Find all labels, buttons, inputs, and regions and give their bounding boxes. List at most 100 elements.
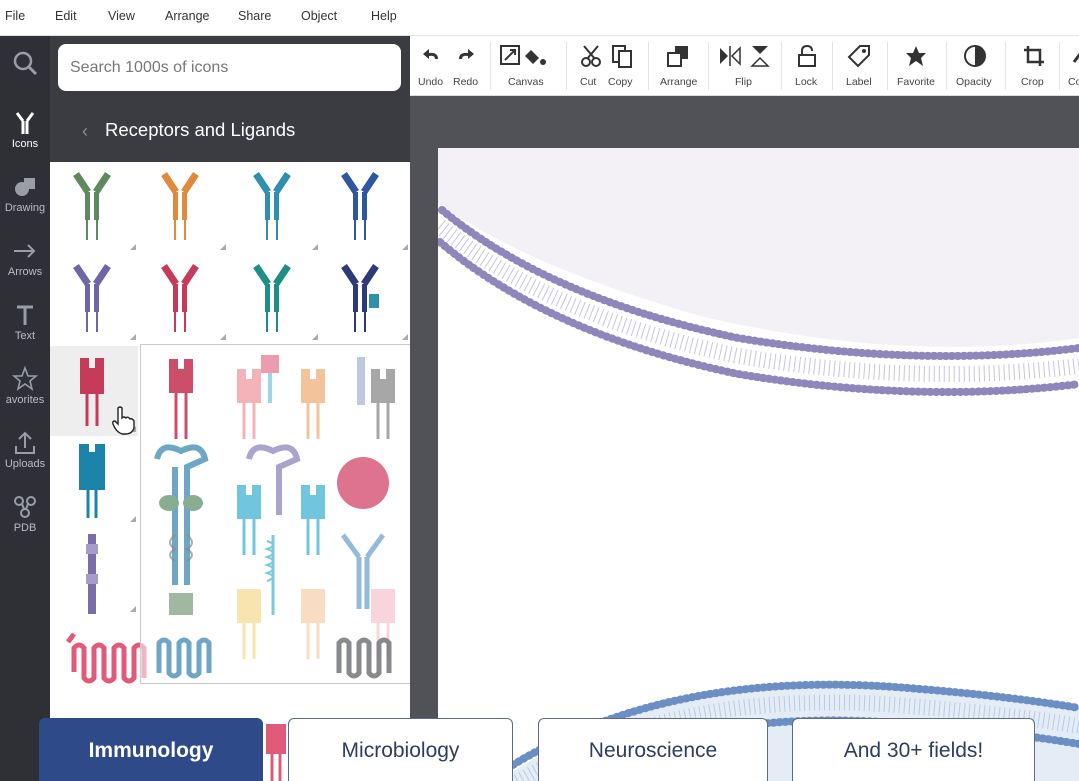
receptor-icon[interactable] (169, 359, 193, 439)
cut-label: Cut (580, 76, 597, 88)
field-tab-microbiology[interactable]: Microbiology (288, 718, 513, 781)
menu-share[interactable]: Share (238, 9, 271, 23)
rail-pdb-button[interactable]: PDB (0, 494, 50, 554)
rail-drawing-label: Drawing (4, 202, 46, 214)
receptor-icon[interactable] (237, 589, 261, 659)
flip-label: Flip (735, 76, 752, 88)
lock-icon (798, 44, 816, 67)
receptor-icon[interactable] (301, 369, 325, 439)
toolbar-divider (1005, 42, 1006, 90)
menu-edit[interactable]: Edit (55, 9, 77, 23)
toolbar-divider (566, 42, 567, 90)
receptor-icon (266, 724, 286, 781)
receptor-chain-icon[interactable] (86, 534, 98, 614)
rail-favorites-button[interactable]: avorites (0, 366, 50, 426)
redo-icon (459, 49, 474, 59)
cut-button[interactable] (580, 44, 602, 68)
ligand-sphere-icon[interactable] (337, 457, 389, 509)
rail-favorites-label: avorites (5, 394, 45, 406)
color-icon (1072, 53, 1079, 63)
rail-text-button[interactable]: Text (0, 302, 50, 362)
receptor-icon[interactable] (154, 444, 209, 585)
search-input[interactable] (58, 44, 401, 91)
undo-label: Undo (418, 76, 444, 88)
redo-button[interactable] (455, 45, 477, 67)
back-chevron-icon[interactable]: ‹ (82, 121, 88, 142)
antibody-icon (15, 112, 35, 134)
arrange-button[interactable] (666, 44, 690, 68)
menu-help[interactable]: Help (371, 9, 397, 23)
left-rail: Icons Drawing Arrows Text avorites Uploa… (0, 36, 50, 781)
antibody-icon[interactable] (253, 172, 291, 240)
rail-drawing-button[interactable]: Drawing (0, 174, 50, 234)
opacity-button[interactable] (963, 44, 987, 68)
canvas-icon (500, 45, 546, 65)
rail-icons-button[interactable]: Icons (0, 110, 50, 170)
canvas-button[interactable] (499, 44, 551, 68)
copy-label: Copy (608, 76, 633, 88)
receptor-icon[interactable] (237, 485, 261, 555)
color-button[interactable] (1070, 44, 1079, 68)
rail-search-button[interactable] (0, 50, 50, 110)
app-window: File Edit View Arrange Share Object Help… (0, 0, 1079, 781)
rail-arrows-button[interactable]: Arrows (0, 238, 50, 298)
gpcr-icon[interactable] (156, 637, 212, 679)
hand-cursor-icon (112, 406, 135, 435)
rail-text-label: Text (14, 330, 36, 342)
membrane-illustration (434, 148, 1079, 781)
antibody-icon[interactable] (161, 264, 199, 332)
rail-uploads-button[interactable]: Uploads (0, 430, 50, 490)
antibody-icon[interactable] (161, 172, 199, 240)
search-icon (13, 51, 38, 76)
gpcr-icon[interactable] (336, 637, 392, 679)
menu-view[interactable]: View (108, 9, 135, 23)
toolbar-divider (708, 42, 709, 90)
tag-icon (847, 45, 870, 68)
favorite-button[interactable] (904, 44, 928, 68)
toolbar-divider (946, 42, 947, 90)
menu-file[interactable]: File (5, 9, 25, 23)
crop-button[interactable] (1022, 44, 1046, 68)
rail-pdb-label: PDB (13, 522, 37, 534)
arrow-icon (14, 244, 36, 258)
undo-button[interactable] (420, 45, 442, 67)
menu-bar: File Edit View Arrange Share Object Help (0, 0, 1079, 36)
star-icon (906, 46, 926, 66)
field-tab-neuroscience[interactable]: Neuroscience (538, 718, 768, 781)
toolbar-divider (1059, 42, 1060, 90)
receptor-icon[interactable] (301, 485, 325, 555)
field-tab-more[interactable]: And 30+ fields! (792, 718, 1035, 781)
antibody-icon[interactable] (253, 264, 291, 332)
gpcr-icon[interactable] (66, 632, 147, 684)
color-label: Co (1068, 76, 1079, 88)
antibody-icon[interactable] (73, 172, 111, 240)
antibody-icon[interactable] (341, 264, 379, 332)
menu-object[interactable]: Object (301, 9, 337, 23)
label-button[interactable] (847, 44, 871, 68)
arrange-icon (667, 46, 688, 67)
copy-button[interactable] (610, 44, 634, 68)
label-label: Label (846, 76, 872, 88)
copy-icon (612, 45, 632, 68)
menu-arrange[interactable]: Arrange (165, 9, 209, 23)
field-tab-immunology[interactable]: Immunology (39, 718, 263, 781)
canvas[interactable] (434, 148, 1079, 781)
toolbar-divider (832, 42, 833, 90)
toolbar-divider (781, 42, 782, 90)
flip-button[interactable] (718, 44, 772, 68)
receptor-icon[interactable] (237, 355, 279, 439)
receptor-icon[interactable] (301, 589, 325, 659)
rail-icons-label: Icons (11, 138, 39, 150)
receptor-icon[interactable] (79, 444, 105, 518)
antibody-icon[interactable] (73, 264, 111, 332)
opacity-icon (964, 45, 986, 67)
undo-icon (423, 49, 438, 59)
canvas-label: Canvas (508, 76, 544, 88)
antibody-icon[interactable] (341, 172, 379, 240)
molecule-icon (14, 496, 36, 518)
receptor-icon[interactable] (357, 357, 395, 439)
receptor-icon[interactable] (263, 535, 275, 615)
lock-button[interactable] (796, 44, 818, 68)
toolbar-divider (490, 42, 491, 90)
upload-icon (15, 431, 35, 454)
